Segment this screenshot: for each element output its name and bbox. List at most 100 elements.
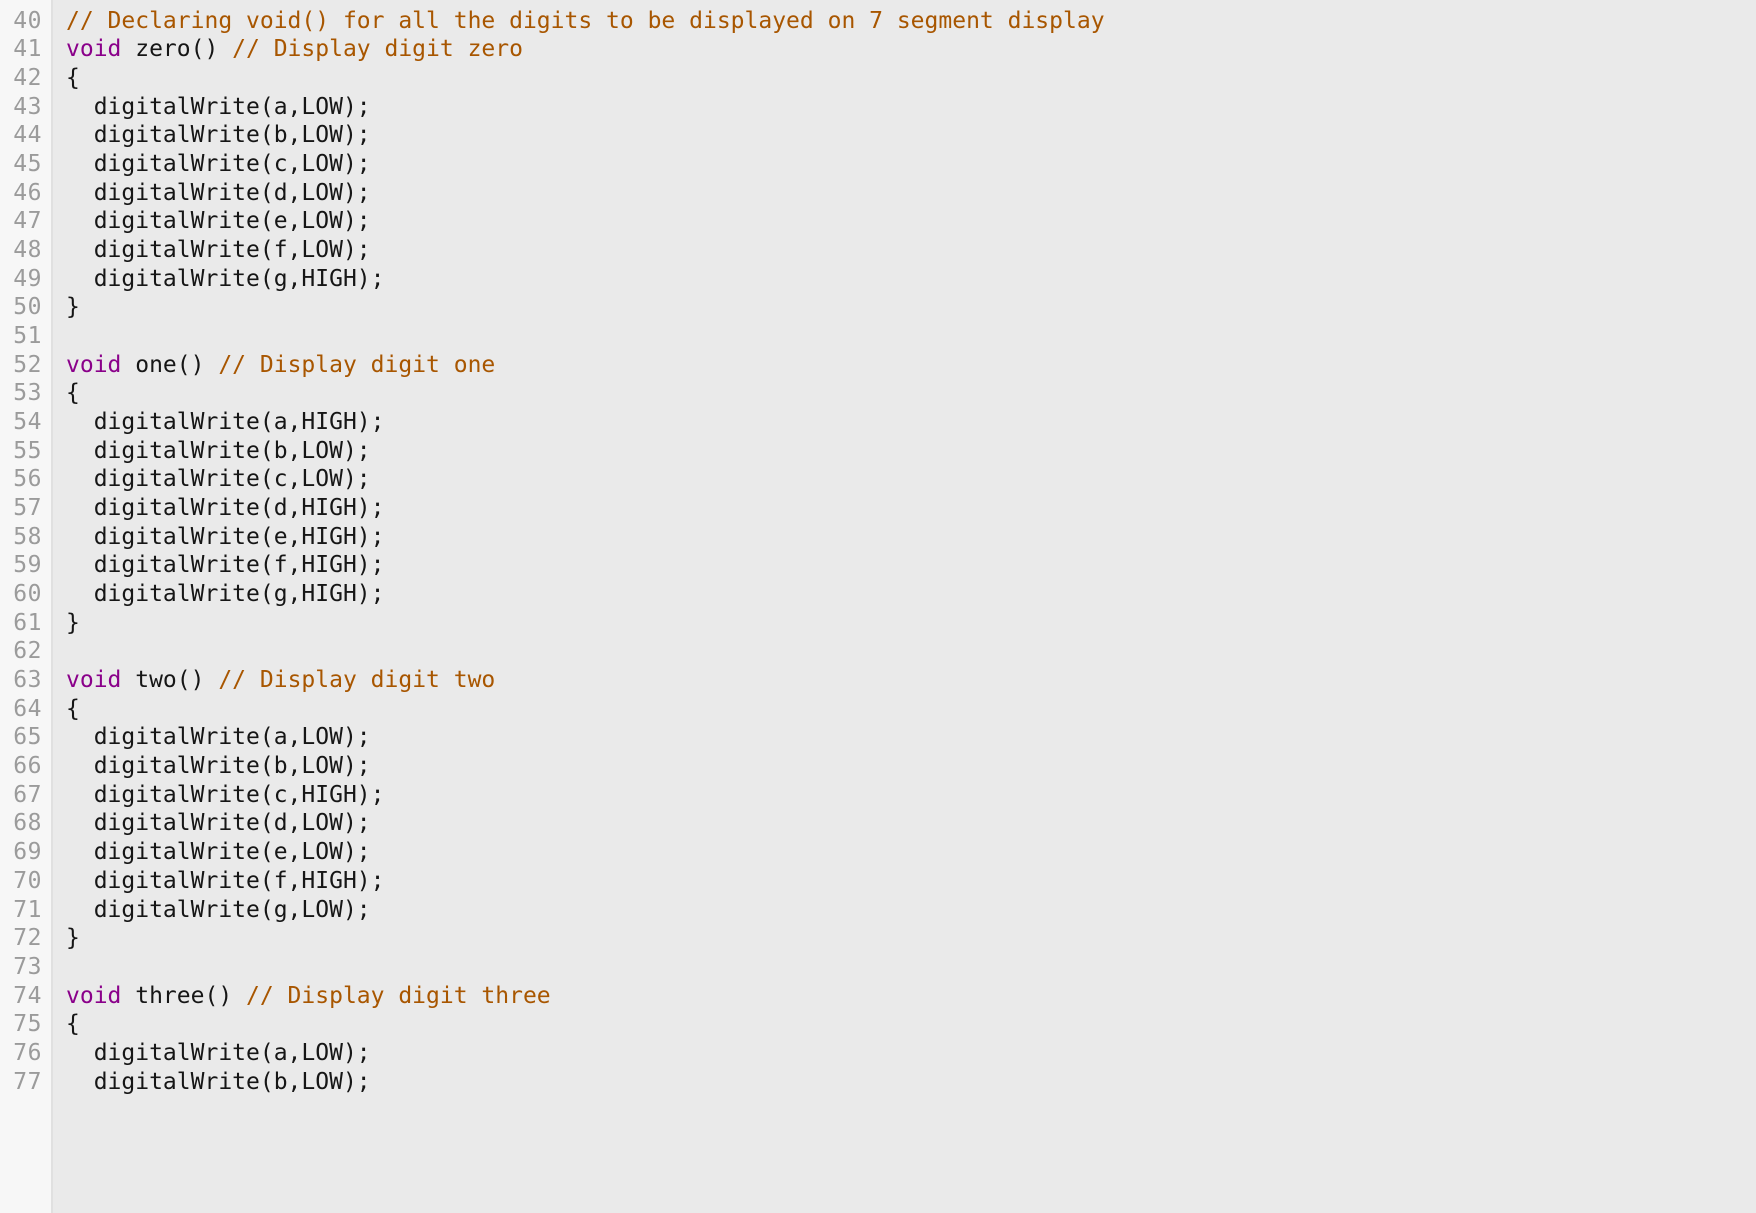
code-token-plain: digitalWrite(d,HIGH); <box>66 495 385 522</box>
code-line-text[interactable]: digitalWrite(d,LOW); <box>53 809 1756 838</box>
code-line[interactable]: 47 digitalWrite(e,LOW); <box>0 207 1756 237</box>
code-token-plain: digitalWrite(c,HIGH); <box>66 781 385 808</box>
line-number: 61 <box>0 608 53 638</box>
code-line[interactable]: 66 digitalWrite(b,LOW); <box>0 752 1756 781</box>
code-line[interactable]: 45 digitalWrite(c,LOW); <box>0 150 1756 179</box>
code-token-plain: three() <box>121 982 247 1009</box>
code-line-text[interactable]: { <box>53 695 1756 724</box>
code-line[interactable]: 43 digitalWrite(a,LOW); <box>0 92 1756 122</box>
code-token-plain: } <box>66 294 80 321</box>
code-line[interactable]: 68 digitalWrite(d,LOW); <box>0 809 1756 839</box>
line-number: 64 <box>0 694 53 724</box>
code-line[interactable]: 69 digitalWrite(e,LOW); <box>0 838 1756 867</box>
code-token-plain: digitalWrite(e,HIGH); <box>66 523 385 550</box>
code-line[interactable]: 52 void one() // Display digit one <box>0 350 1756 380</box>
code-token-plain: digitalWrite(a,LOW); <box>66 724 371 751</box>
code-line-text[interactable]: digitalWrite(e,LOW); <box>53 207 1756 236</box>
code-line[interactable]: 51 <box>0 322 1756 351</box>
code-line[interactable]: 55 digitalWrite(b,LOW); <box>0 436 1756 466</box>
code-line[interactable]: 44 digitalWrite(b,LOW); <box>0 121 1756 151</box>
code-line-text[interactable]: digitalWrite(f,LOW); <box>53 236 1756 265</box>
code-line[interactable]: 53 { <box>0 379 1756 409</box>
line-number: 60 <box>0 580 53 609</box>
code-line-text[interactable]: digitalWrite(b,LOW); <box>53 752 1756 781</box>
line-number: 39 <box>0 0 53 7</box>
code-line[interactable]: 62 <box>0 637 1756 667</box>
code-line-text[interactable]: digitalWrite(e,HIGH); <box>53 523 1756 552</box>
code-token-cmt: // Display digit three <box>246 982 551 1009</box>
code-line[interactable]: 46 digitalWrite(d,LOW); <box>0 178 1756 208</box>
code-line-text[interactable]: digitalWrite(b,LOW); <box>53 1068 1756 1097</box>
code-line[interactable]: 70 digitalWrite(f,HIGH); <box>0 866 1756 896</box>
code-line[interactable]: 63 void two() // Display digit two <box>0 666 1756 695</box>
code-line-text[interactable]: void three() // Display digit three <box>53 982 1756 1011</box>
code-line[interactable]: 56 digitalWrite(c,LOW); <box>0 465 1756 495</box>
code-line-text[interactable]: digitalWrite(g,HIGH); <box>53 265 1756 294</box>
code-line[interactable]: 71 digitalWrite(g,LOW); <box>0 895 1756 925</box>
line-number: 44 <box>0 121 53 151</box>
code-line[interactable]: 77 digitalWrite(b,LOW); <box>0 1067 1756 1097</box>
code-token-plain: digitalWrite(c,LOW); <box>66 466 371 493</box>
code-line[interactable]: 57 digitalWrite(d,HIGH); <box>0 494 1756 523</box>
line-number: 67 <box>0 780 53 810</box>
code-line[interactable]: 67 digitalWrite(c,HIGH); <box>0 780 1756 810</box>
code-token-plain: digitalWrite(f,HIGH); <box>66 867 385 894</box>
line-number: 76 <box>0 1038 53 1068</box>
code-line[interactable]: 74 void three() // Display digit three <box>0 981 1756 1011</box>
code-line-text[interactable]: digitalWrite(c,LOW); <box>53 150 1756 179</box>
code-line-text[interactable]: digitalWrite(b,LOW); <box>53 121 1756 150</box>
code-line[interactable]: 48 digitalWrite(f,LOW); <box>0 236 1756 265</box>
line-number: 66 <box>0 752 53 781</box>
code-line[interactable]: 60 digitalWrite(g,HIGH); <box>0 580 1756 609</box>
code-line-text[interactable]: { <box>53 64 1756 93</box>
code-line-text[interactable]: { <box>53 379 1756 408</box>
line-number: 49 <box>0 264 53 294</box>
code-line-text[interactable]: digitalWrite(a,LOW); <box>53 723 1756 752</box>
code-line-text[interactable]: } <box>53 924 1756 953</box>
code-line[interactable]: 76 digitalWrite(a,LOW); <box>0 1038 1756 1068</box>
code-line[interactable]: 72} <box>0 924 1756 953</box>
code-line[interactable]: 59 digitalWrite(f,HIGH); <box>0 551 1756 581</box>
code-editor[interactable]: 3940 // Declaring void() for all the digi… <box>0 0 1756 1213</box>
code-line-text[interactable]: digitalWrite(b,LOW); <box>53 437 1756 466</box>
code-line[interactable]: 61} <box>0 608 1756 638</box>
code-scroll-container[interactable]: 3940 // Declaring void() for all the digi… <box>0 0 1756 1097</box>
code-line-text[interactable]: digitalWrite(e,LOW); <box>53 838 1756 867</box>
code-line[interactable]: 54 digitalWrite(a,HIGH); <box>0 408 1756 437</box>
code-line[interactable]: 58 digitalWrite(e,HIGH); <box>0 522 1756 552</box>
code-line-text[interactable]: digitalWrite(a,HIGH); <box>53 408 1756 437</box>
code-line-text[interactable]: } <box>53 609 1756 638</box>
code-line-text[interactable]: digitalWrite(f,HIGH); <box>53 551 1756 580</box>
code-token-plain: zero() <box>121 36 233 63</box>
code-line-text[interactable]: digitalWrite(d,LOW); <box>53 179 1756 208</box>
line-number: 57 <box>0 494 53 523</box>
code-token-plain: digitalWrite(f,LOW); <box>66 237 371 264</box>
code-line[interactable]: 42 { <box>0 64 1756 93</box>
code-line[interactable]: 73 <box>0 952 1756 982</box>
code-line-text[interactable]: digitalWrite(f,HIGH); <box>53 867 1756 896</box>
code-line-text[interactable]: digitalWrite(a,LOW); <box>53 1039 1756 1068</box>
code-token-cmt: // Declaring void() for all the digits t… <box>66 7 1105 34</box>
code-line-text[interactable]: void zero() // Display digit zero <box>53 35 1756 64</box>
code-line[interactable]: 39 <box>0 0 1756 7</box>
code-line-text[interactable]: void two() // Display digit two <box>53 666 1756 695</box>
code-line-text[interactable]: // Declaring void() for all the digits t… <box>53 7 1756 36</box>
code-line-text[interactable]: } <box>53 293 1756 322</box>
line-number: 54 <box>0 408 53 437</box>
code-line[interactable]: 41 void zero() // Display digit zero <box>0 35 1756 65</box>
code-line-text[interactable]: digitalWrite(d,HIGH); <box>53 494 1756 523</box>
code-line-text[interactable]: { <box>53 1010 1756 1039</box>
code-line-text[interactable]: digitalWrite(g,LOW); <box>53 896 1756 925</box>
code-token-kw: void <box>66 667 122 694</box>
code-line-text[interactable]: digitalWrite(c,HIGH); <box>53 781 1756 810</box>
code-line-text[interactable]: digitalWrite(g,HIGH); <box>53 580 1756 609</box>
code-line[interactable]: 65 digitalWrite(a,LOW); <box>0 723 1756 753</box>
code-line[interactable]: 49 digitalWrite(g,HIGH); <box>0 264 1756 294</box>
code-line[interactable]: 75 { <box>0 1010 1756 1039</box>
code-line[interactable]: 50} <box>0 293 1756 323</box>
code-line[interactable]: 64 { <box>0 694 1756 724</box>
code-line-text[interactable]: digitalWrite(c,LOW); <box>53 465 1756 494</box>
code-line-text[interactable]: void one() // Display digit one <box>53 351 1756 380</box>
code-line[interactable]: 40 // Declaring void() for all the digits… <box>0 6 1756 36</box>
code-line-text[interactable]: digitalWrite(a,LOW); <box>53 93 1756 122</box>
